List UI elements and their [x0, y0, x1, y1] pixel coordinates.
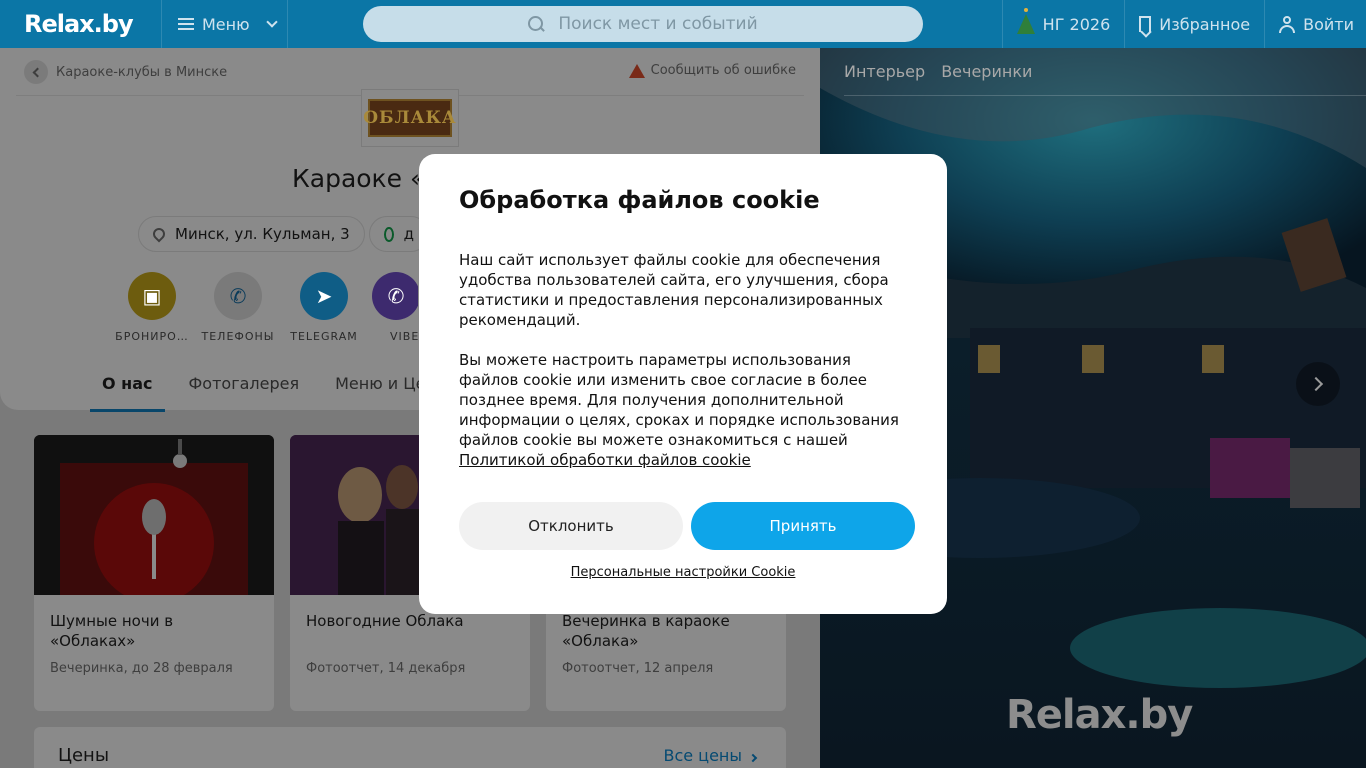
post-card[interactable]: Шумные ночи в «Облаках» Вечеринка, до 28…: [34, 435, 274, 711]
search-icon: [528, 16, 544, 32]
post-image: [34, 435, 274, 595]
post-meta: Вечеринка, до 28 февраля: [50, 661, 233, 676]
back-arrow-icon[interactable]: [24, 60, 48, 84]
accept-button[interactable]: Принять: [691, 502, 915, 550]
hamburger-icon: [178, 18, 194, 30]
tab-about[interactable]: О нас: [90, 362, 165, 412]
report-label: Сообщить об ошибке: [650, 63, 796, 78]
venue-title: Караоке «: [292, 164, 426, 193]
breadcrumb-label[interactable]: Караоке-клубы в Минске: [56, 65, 227, 80]
all-prices-link[interactable]: Все цены: [663, 746, 758, 765]
menu-button[interactable]: Меню: [162, 0, 288, 48]
tab-gallery[interactable]: Фотогалерея: [189, 362, 312, 412]
address-chip[interactable]: Минск, ул. Кульман, 3: [138, 216, 365, 252]
tab-interior[interactable]: Интерьер: [844, 62, 925, 81]
site-logo[interactable]: Relax.by: [0, 0, 162, 48]
venue-logo: ОБЛАКА: [361, 89, 459, 147]
favorites-label: Избранное: [1159, 14, 1251, 34]
gallery-tabs: Интерьер Вечеринки: [844, 62, 1032, 81]
chevron-down-icon: [265, 16, 278, 28]
watermark: Relax.by: [1006, 692, 1193, 738]
viber-label: VIBE: [390, 330, 418, 343]
cookie-dialog: Обработка файлов cookie Наш сайт использ…: [419, 154, 947, 614]
phone-icon: ✆: [214, 272, 262, 320]
next-photo-button[interactable]: [1296, 362, 1340, 406]
tab-parties[interactable]: Вечеринки: [941, 62, 1032, 81]
personal-cookie-settings-link[interactable]: Персональные настройки Cookie: [419, 565, 947, 580]
bookmark-icon: [1139, 16, 1152, 32]
report-error-link[interactable]: Сообщить об ошибке: [628, 63, 796, 78]
calendar-icon: ▣: [128, 272, 176, 320]
phones-action[interactable]: ✆ ТЕЛЕФОНЫ: [200, 272, 276, 343]
prices-title: Цены: [58, 745, 110, 766]
christmas-tree-icon: [1016, 8, 1035, 34]
breadcrumb[interactable]: Караоке-клубы в Минске: [24, 60, 227, 84]
viber-icon: ✆: [372, 272, 418, 320]
hours-text: д: [403, 225, 414, 243]
post-meta: Фотоотчет, 12 апреля: [562, 661, 714, 676]
cookie-title: Обработка файлов cookie: [459, 186, 820, 214]
clock-icon: [384, 226, 394, 242]
prices-section: Цены Все цены: [34, 727, 786, 768]
user-icon: [1279, 16, 1296, 33]
login-label: Войти: [1303, 14, 1354, 34]
booking-action[interactable]: ▣ БРОНИРО…: [114, 272, 190, 343]
chevron-right-icon: [748, 753, 758, 763]
map-pin-icon: [150, 225, 168, 243]
login-button[interactable]: Войти: [1264, 0, 1366, 48]
menu-label: Меню: [202, 14, 250, 34]
phones-label: ТЕЛЕФОНЫ: [201, 330, 275, 343]
warning-icon: [628, 63, 645, 78]
booking-label: БРОНИРО…: [115, 330, 189, 343]
cookie-policy-link[interactable]: Политикой обработки файлов cookie: [459, 451, 751, 469]
gallery-divider: [844, 95, 1366, 96]
telegram-action[interactable]: ➤ TELEGRAM: [286, 272, 362, 343]
chevron-right-icon: [1308, 376, 1324, 392]
search-placeholder: Поиск мест и событий: [558, 14, 758, 34]
venue-tabs: О нас Фотогалерея Меню и Цены: [90, 362, 461, 412]
post-title: Шумные ночи в «Облаках»: [50, 612, 174, 650]
cookie-text-2: Вы можете настроить параметры использова…: [459, 351, 899, 469]
viber-action[interactable]: ✆ VIBE: [372, 272, 418, 343]
decline-button[interactable]: Отклонить: [459, 502, 683, 550]
top-header: Relax.by Меню Поиск мест и событий НГ 20…: [0, 0, 1366, 48]
address-text: Минск, ул. Кульман, 3: [175, 225, 350, 243]
cookie-text-1: Наш сайт использует файлы cookie для обе…: [459, 251, 889, 329]
telegram-icon: ➤: [300, 272, 348, 320]
telegram-label: TELEGRAM: [290, 330, 358, 343]
ng-label: НГ 2026: [1042, 14, 1111, 34]
search-input[interactable]: Поиск мест и событий: [363, 6, 923, 42]
ng-2026-button[interactable]: НГ 2026: [1001, 0, 1125, 48]
favorites-button[interactable]: Избранное: [1124, 0, 1264, 48]
post-meta: Фотоотчет, 14 декабря: [306, 661, 466, 676]
